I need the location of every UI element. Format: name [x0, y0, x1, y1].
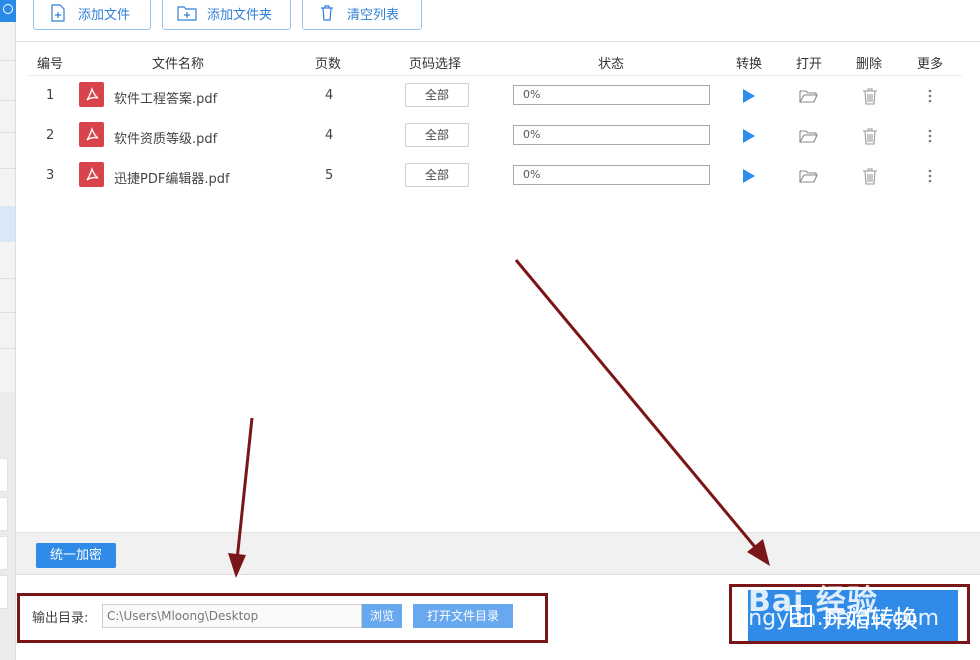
sidebar-top-item[interactable]	[0, 0, 16, 22]
clear-list-button[interactable]: 清空列表	[302, 0, 422, 30]
table-row[interactable]: 1 软件工程答案.pdf 4 全部 0%	[28, 78, 962, 118]
sidebar-divider	[0, 132, 15, 133]
row-filename: 迅捷PDF编辑器.pdf	[114, 172, 230, 187]
column-filename: 文件名称	[152, 57, 205, 72]
toolbar: 添加文件 添加文件夹 清空列表	[16, 0, 980, 42]
table-row[interactable]: 2 软件资质等级.pdf 4 全部 0%	[28, 118, 962, 158]
add-folder-button[interactable]: 添加文件夹	[162, 0, 291, 30]
add-file-label: 添加文件	[78, 7, 131, 23]
row-pages: 4	[325, 88, 334, 103]
row-filename: 软件资质等级.pdf	[114, 132, 218, 147]
sidebar-divider	[0, 312, 15, 313]
add-file-icon	[44, 3, 72, 23]
pdf-file-icon	[79, 82, 104, 107]
add-folder-label: 添加文件夹	[207, 7, 273, 23]
column-delete: 删除	[856, 57, 883, 72]
row-index: 3	[46, 168, 55, 183]
pdf-file-icon	[79, 162, 104, 187]
more-icon[interactable]	[920, 166, 940, 186]
sidebar-divider	[0, 60, 15, 61]
row-index: 1	[46, 88, 55, 103]
sidebar-item[interactable]	[0, 458, 8, 492]
folder-open-icon[interactable]	[799, 86, 819, 106]
column-pages: 页数	[315, 57, 342, 72]
column-index: 编号	[37, 57, 64, 72]
sidebar-item[interactable]	[0, 536, 8, 570]
row-pages: 4	[325, 128, 334, 143]
sidebar-divider	[0, 168, 15, 169]
folder-open-icon[interactable]	[799, 166, 819, 186]
more-icon[interactable]	[920, 86, 940, 106]
row-pages: 5	[325, 168, 334, 183]
row-filename: 软件工程答案.pdf	[114, 92, 218, 107]
delete-icon[interactable]	[860, 126, 880, 146]
page-select-dropdown[interactable]: 全部	[405, 83, 469, 107]
column-status: 状态	[598, 57, 625, 72]
row-index: 2	[46, 128, 55, 143]
column-more: 更多	[917, 57, 944, 72]
pdf-file-icon	[79, 122, 104, 147]
encrypt-bar: 统一加密	[16, 532, 980, 574]
sidebar	[0, 0, 16, 660]
more-icon[interactable]	[920, 126, 940, 146]
sidebar-divider	[0, 100, 15, 101]
delete-icon[interactable]	[860, 86, 880, 106]
clear-list-label: 清空列表	[347, 7, 400, 23]
status-progress-bar: 0%	[513, 165, 710, 185]
column-convert: 转换	[736, 57, 763, 72]
sidebar-item[interactable]	[0, 575, 8, 609]
sidebar-item-active[interactable]	[0, 206, 15, 242]
table-header: 编号 文件名称 页数 页码选择 状态 转换 打开 删除 更多	[28, 48, 962, 76]
add-folder-icon	[173, 3, 201, 23]
column-open: 打开	[796, 57, 823, 72]
play-icon[interactable]	[739, 86, 759, 106]
trash-icon	[313, 3, 341, 23]
page-select-dropdown[interactable]: 全部	[405, 163, 469, 187]
delete-icon[interactable]	[860, 166, 880, 186]
sidebar-item[interactable]	[0, 497, 8, 531]
sidebar-divider	[0, 348, 15, 349]
play-icon[interactable]	[739, 126, 759, 146]
status-progress-bar: 0%	[513, 85, 710, 105]
app-window: 添加文件 添加文件夹 清空列表 编号 文件名称 页数 页码选择 状态 转换 打开…	[0, 0, 980, 660]
folder-open-icon[interactable]	[799, 126, 819, 146]
add-file-button[interactable]: 添加文件	[33, 0, 151, 30]
watermark-url: jingyan.baidu.com	[736, 606, 940, 631]
play-icon[interactable]	[739, 166, 759, 186]
help-icon	[3, 4, 13, 14]
unified-encrypt-button[interactable]: 统一加密	[36, 543, 116, 568]
table-row[interactable]: 3 迅捷PDF编辑器.pdf 5 全部 0%	[28, 158, 962, 198]
highlight-box-output	[17, 593, 548, 643]
sidebar-divider	[0, 278, 15, 279]
column-page-select: 页码选择	[409, 57, 462, 72]
status-progress-bar: 0%	[513, 125, 710, 145]
page-select-dropdown[interactable]: 全部	[405, 123, 469, 147]
